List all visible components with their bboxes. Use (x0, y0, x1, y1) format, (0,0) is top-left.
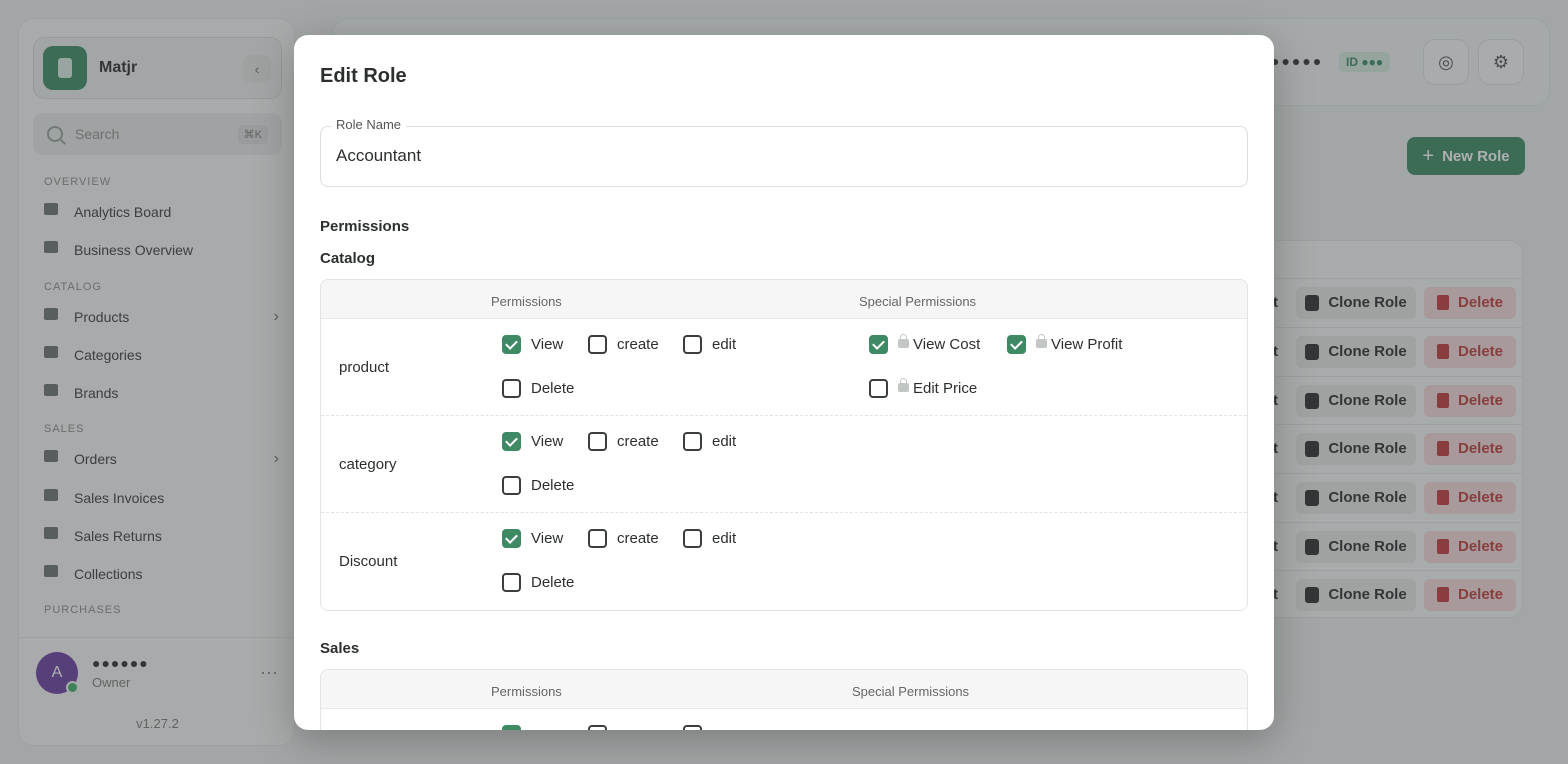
checkbox-label: View (531, 530, 564, 547)
checkbox-product-view-profit[interactable]: View Profit (1007, 334, 1123, 354)
column-header-permissions: Permissions (491, 294, 562, 309)
checkbox-label: edit (712, 530, 737, 547)
lock-icon (1036, 334, 1047, 348)
role-name-input[interactable] (336, 146, 1216, 166)
checkbox-label: View Cost (913, 336, 981, 353)
checkbox-icon (588, 725, 607, 730)
checkbox-product-edit-price[interactable]: Edit Price (869, 378, 978, 398)
role-name-label: Role Name (331, 117, 407, 132)
column-header-special: Special Permissions (852, 684, 970, 699)
edit-role-dialog: Edit Role Role Name Permissions Catalog … (294, 35, 1274, 730)
checkbox-icon (683, 432, 702, 451)
checkbox-icon (683, 335, 702, 354)
checkbox-product-view[interactable]: View (502, 335, 563, 354)
table-row: Discount View create edit Delete (321, 513, 1247, 610)
checkbox-discount-delete[interactable]: Delete (502, 573, 574, 592)
checkbox-discount-view[interactable]: View (502, 529, 563, 548)
column-header-permissions: Permissions (491, 684, 562, 699)
permissions-table-catalog: Permissions Special Permissions product … (320, 279, 1248, 611)
checkbox-product-edit[interactable]: edit (683, 335, 736, 354)
checkbox-icon (588, 432, 607, 451)
checkbox-label: create (617, 530, 659, 547)
checkbox-label: View Profit (1051, 336, 1123, 353)
checkbox-icon (683, 529, 702, 548)
checkbox-sales-create[interactable] (588, 725, 617, 730)
checkbox-category-view[interactable]: View (502, 432, 563, 451)
checkbox-icon (869, 379, 888, 398)
checkbox-icon (502, 476, 521, 495)
checkbox-checked-icon (502, 335, 521, 354)
group-title-sales: Sales (320, 640, 360, 657)
checkbox-product-view-cost[interactable]: View Cost (869, 334, 981, 354)
checkbox-label: Delete (531, 574, 575, 591)
checkbox-icon (683, 725, 702, 730)
checkbox-sales-edit[interactable] (683, 725, 712, 730)
checkbox-icon (502, 379, 521, 398)
checkbox-label: Delete (531, 380, 575, 397)
lock-icon (898, 334, 909, 348)
checkbox-checked-icon (1007, 335, 1026, 354)
column-header-special: Special Permissions (859, 294, 977, 309)
checkbox-checked-icon (502, 725, 521, 730)
checkbox-checked-icon (502, 529, 521, 548)
checkbox-label: Delete (531, 477, 575, 494)
resource-name: Discount (339, 553, 398, 570)
table-row: product View create edit Delete View Cos… (321, 319, 1247, 416)
table-row (321, 709, 1247, 730)
resource-name: product (339, 359, 390, 376)
checkbox-product-create[interactable]: create (588, 335, 659, 354)
checkbox-discount-edit[interactable]: edit (683, 529, 736, 548)
checkbox-discount-create[interactable]: create (588, 529, 659, 548)
checkbox-sales-view[interactable] (502, 725, 531, 730)
dialog-title: Edit Role (320, 65, 407, 87)
checkbox-label: create (617, 433, 659, 450)
checkbox-category-delete[interactable]: Delete (502, 476, 574, 495)
checkbox-label: edit (712, 336, 737, 353)
checkbox-label: View (531, 336, 564, 353)
table-header: Permissions Special Permissions (321, 670, 1247, 709)
checkbox-product-delete[interactable]: Delete (502, 379, 574, 398)
checkbox-category-create[interactable]: create (588, 432, 659, 451)
resource-name: category (339, 456, 397, 473)
checkbox-checked-icon (502, 432, 521, 451)
checkbox-checked-icon (869, 335, 888, 354)
permissions-table-sales: Permissions Special Permissions (320, 669, 1248, 730)
lock-icon (898, 378, 909, 392)
checkbox-category-edit[interactable]: edit (683, 432, 736, 451)
role-name-field[interactable]: Role Name (320, 117, 1248, 187)
checkbox-icon (588, 335, 607, 354)
checkbox-label: create (617, 336, 659, 353)
checkbox-label: View (531, 433, 564, 450)
table-row: category View create edit Delete (321, 416, 1247, 513)
table-header: Permissions Special Permissions (321, 280, 1247, 319)
group-title-catalog: Catalog (320, 250, 376, 267)
checkbox-label: Edit Price (913, 380, 978, 397)
checkbox-icon (588, 529, 607, 548)
checkbox-label: edit (712, 433, 737, 450)
permissions-heading: Permissions (320, 218, 410, 235)
checkbox-icon (502, 573, 521, 592)
